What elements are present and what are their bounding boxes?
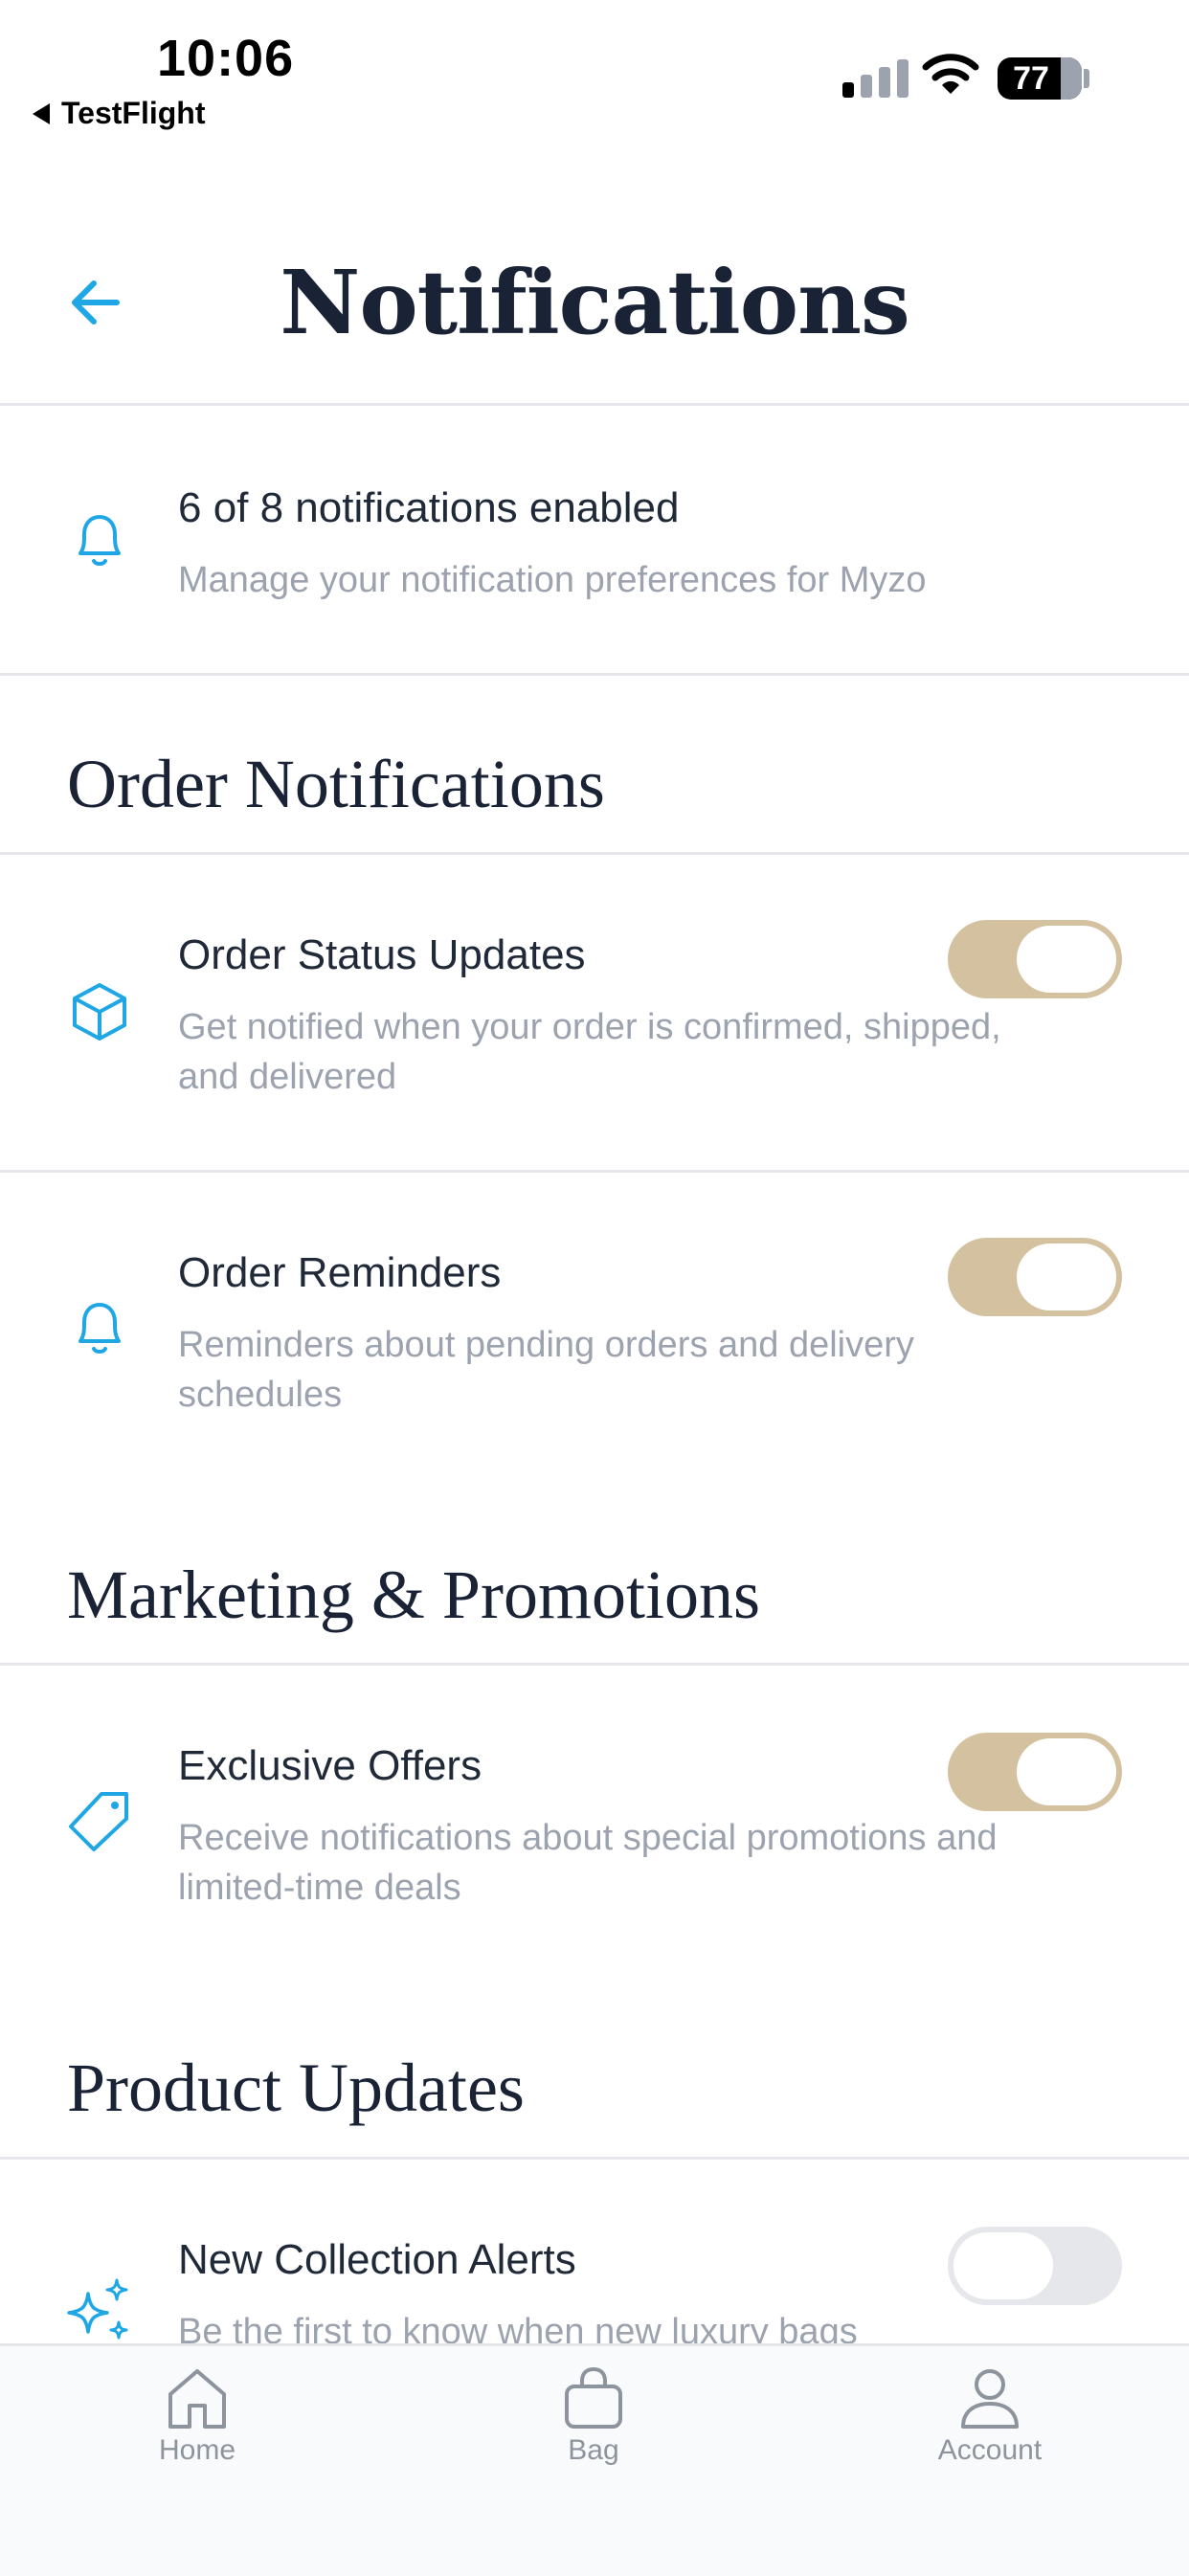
setting-title: Order Status Updates: [178, 931, 586, 978]
battery-icon: 77: [998, 57, 1082, 100]
back-app-label: TestFlight: [61, 96, 206, 130]
battery-level: 77: [1013, 60, 1049, 97]
tab-bag[interactable]: Bag: [479, 2365, 708, 2467]
cellular-signal-icon: [842, 59, 909, 98]
setting-title: Order Reminders: [178, 1249, 502, 1296]
section-title-marketing: Marketing & Promotions: [67, 1557, 760, 1633]
order-reminders-toggle[interactable]: [948, 1238, 1122, 1316]
bell-icon: [79, 515, 121, 566]
tag-icon: [69, 1792, 128, 1851]
section-title-product: Product Updates: [67, 2050, 525, 2126]
status-time: 10:06: [157, 30, 295, 87]
home-icon: [168, 2369, 226, 2429]
back-to-testflight[interactable]: TestFlight: [33, 96, 206, 131]
order-status-toggle[interactable]: [948, 920, 1122, 998]
tab-bar: Home Bag Account: [0, 2343, 1189, 2576]
tab-account-label: Account: [937, 2434, 1043, 2466]
setting-title: Exclusive Offers: [178, 1742, 482, 1789]
bag-icon: [565, 2366, 622, 2429]
setting-exclusive-offers: Exclusive Offers Receive notifications a…: [0, 1666, 1189, 1982]
setting-description: Reminders about pending orders and deliv…: [178, 1325, 914, 1415]
exclusive-offers-toggle[interactable]: [948, 1733, 1122, 1811]
tab-home-label: Home: [158, 2434, 236, 2466]
back-triangle-icon: [33, 102, 50, 124]
box-icon: [73, 983, 126, 1041]
summary-title: 6 of 8 notifications enabled: [178, 484, 680, 531]
setting-order-reminders: Order Reminders Reminders about pending …: [0, 1173, 1189, 1489]
sparkles-icon: [67, 2278, 128, 2340]
tab-account[interactable]: Account: [875, 2365, 1105, 2467]
section-title-order: Order Notifications: [67, 746, 605, 822]
new-collection-toggle[interactable]: [948, 2227, 1122, 2305]
page-title: Notifications: [280, 251, 910, 354]
setting-description: Receive notifications about special prom…: [178, 1818, 998, 1908]
setting-title: New Collection Alerts: [178, 2236, 576, 2283]
setting-description: Get notified when your order is confirme…: [178, 1007, 1001, 1097]
setting-order-status: Order Status Updates Get notified when y…: [0, 855, 1189, 1171]
wifi-icon: [922, 54, 979, 94]
bell-icon: [79, 1303, 121, 1354]
account-icon: [961, 2369, 1019, 2429]
tab-home[interactable]: Home: [82, 2365, 312, 2467]
summary-description: Manage your notification preferences for…: [178, 560, 927, 600]
tab-bag-label: Bag: [568, 2434, 619, 2466]
